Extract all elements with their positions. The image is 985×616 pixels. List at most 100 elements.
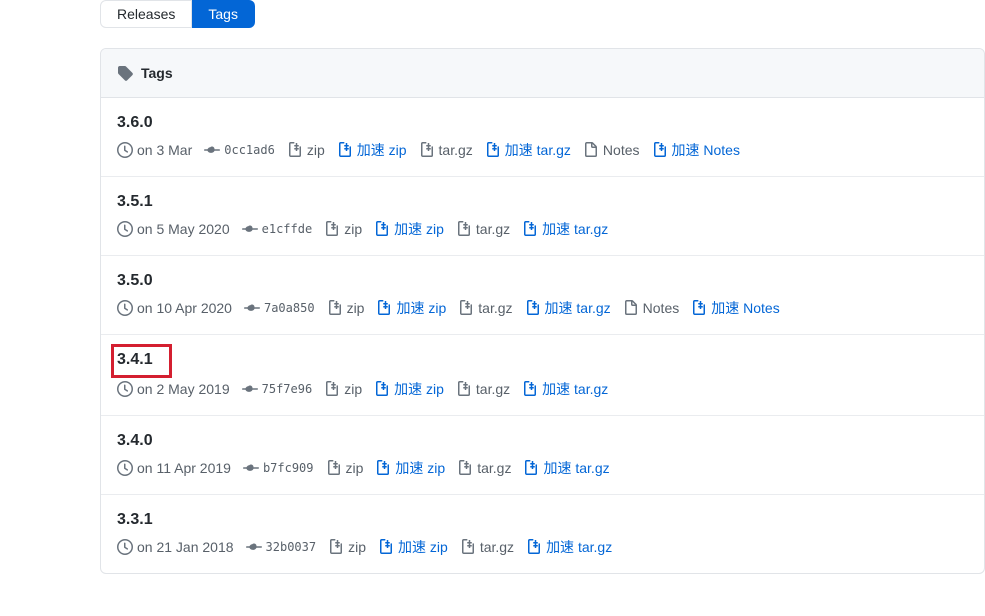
clock-icon xyxy=(117,221,133,237)
zip-label: zip xyxy=(344,221,362,237)
notes-accel-label: 加速 Notes xyxy=(711,298,779,318)
commit-item[interactable]: 7a0a850 xyxy=(244,300,315,316)
file-zip-icon xyxy=(375,460,391,476)
tag-meta: on 21 Jan 2018 32b0037 zip 加速 zip xyxy=(117,537,968,557)
zip-accel-item[interactable]: 加速 zip xyxy=(378,537,448,557)
tag-row: 3.5.1 on 5 May 2020 e1cffde zip xyxy=(101,177,984,256)
tags-header: Tags xyxy=(101,49,984,98)
zip-accel-item[interactable]: 加速 zip xyxy=(374,219,444,239)
targz-accel-label: 加速 tar.gz xyxy=(545,298,611,318)
date-text: on 11 Apr 2019 xyxy=(137,460,231,476)
targz-accel-item[interactable]: 加速 tar.gz xyxy=(485,140,571,160)
zip-item[interactable]: zip xyxy=(324,381,362,397)
targz-label: tar.gz xyxy=(480,539,514,555)
targz-label: tar.gz xyxy=(476,381,510,397)
tag-icon xyxy=(117,65,133,81)
file-zip-icon xyxy=(457,460,473,476)
targz-accel-item[interactable]: 加速 tar.gz xyxy=(522,379,608,399)
tag-row: 3.4.0 on 11 Apr 2019 b7fc909 zip xyxy=(101,416,984,495)
file-zip-icon xyxy=(327,300,343,316)
targz-accel-item[interactable]: 加速 tar.gz xyxy=(522,219,608,239)
file-zip-icon xyxy=(287,142,303,158)
tag-meta: on 2 May 2019 75f7e96 zip 加速 zip xyxy=(117,379,968,399)
notes-accel-item[interactable]: 加速 Notes xyxy=(691,298,779,318)
commit-item[interactable]: 75f7e96 xyxy=(242,381,313,397)
zip-accel-label: 加速 zip xyxy=(394,219,444,239)
commit-icon xyxy=(243,460,259,476)
tag-version[interactable]: 3.5.1 xyxy=(117,193,153,211)
commit-icon xyxy=(246,539,262,555)
targz-item[interactable]: tar.gz xyxy=(456,221,510,237)
targz-accel-item[interactable]: 加速 tar.gz xyxy=(523,458,609,478)
targz-accel-label: 加速 tar.gz xyxy=(505,140,571,160)
date-item: on 11 Apr 2019 xyxy=(117,460,231,476)
targz-item[interactable]: tar.gz xyxy=(457,460,511,476)
targz-item[interactable]: tar.gz xyxy=(456,381,510,397)
commit-icon xyxy=(244,300,260,316)
date-item: on 21 Jan 2018 xyxy=(117,539,234,555)
commit-item[interactable]: 0cc1ad6 xyxy=(204,142,275,158)
notes-accel-item[interactable]: 加速 Notes xyxy=(652,140,740,160)
tag-version[interactable]: 3.4.1 xyxy=(111,344,172,378)
targz-item[interactable]: tar.gz xyxy=(458,300,512,316)
commit-item[interactable]: e1cffde xyxy=(242,221,313,237)
notes-label: Notes xyxy=(643,300,680,316)
targz-accel-label: 加速 tar.gz xyxy=(543,458,609,478)
date-text: on 5 May 2020 xyxy=(137,221,230,237)
commit-hash: 7a0a850 xyxy=(264,301,315,315)
date-item: on 5 May 2020 xyxy=(117,221,230,237)
tag-version[interactable]: 3.6.0 xyxy=(117,114,153,132)
zip-accel-label: 加速 zip xyxy=(394,379,444,399)
zip-item[interactable]: zip xyxy=(287,142,325,158)
tag-version[interactable]: 3.5.0 xyxy=(117,272,153,290)
date-text: on 3 Mar xyxy=(137,142,192,158)
zip-accel-label: 加速 zip xyxy=(398,537,448,557)
file-zip-icon xyxy=(523,460,539,476)
file-icon xyxy=(623,300,639,316)
zip-item[interactable]: zip xyxy=(326,460,364,476)
notes-item[interactable]: Notes xyxy=(583,142,640,158)
file-icon xyxy=(583,142,599,158)
zip-accel-item[interactable]: 加速 zip xyxy=(337,140,407,160)
tag-version[interactable]: 3.4.0 xyxy=(117,432,153,450)
tag-meta: on 11 Apr 2019 b7fc909 zip 加速 zip xyxy=(117,458,968,478)
file-zip-icon xyxy=(458,300,474,316)
zip-item[interactable]: zip xyxy=(324,221,362,237)
tag-meta: on 5 May 2020 e1cffde zip 加速 zip xyxy=(117,219,968,239)
file-zip-icon xyxy=(419,142,435,158)
tag-meta: on 3 Mar 0cc1ad6 zip 加速 zip xyxy=(117,140,968,160)
commit-hash: 0cc1ad6 xyxy=(224,143,275,157)
zip-accel-item[interactable]: 加速 zip xyxy=(375,458,445,478)
date-text: on 10 Apr 2020 xyxy=(137,300,232,316)
file-zip-icon xyxy=(324,221,340,237)
file-zip-icon xyxy=(456,381,472,397)
file-zip-icon xyxy=(652,142,668,158)
date-item: on 2 May 2019 xyxy=(117,381,230,397)
notes-item[interactable]: Notes xyxy=(623,300,680,316)
targz-label: tar.gz xyxy=(439,142,473,158)
clock-icon xyxy=(117,142,133,158)
file-zip-icon xyxy=(374,381,390,397)
targz-accel-item[interactable]: 加速 tar.gz xyxy=(525,298,611,318)
targz-item[interactable]: tar.gz xyxy=(419,142,473,158)
file-zip-icon xyxy=(456,221,472,237)
zip-accel-item[interactable]: 加速 zip xyxy=(374,379,444,399)
tab-tags[interactable]: Tags xyxy=(192,0,255,28)
tag-row: 3.5.0 on 10 Apr 2020 7a0a850 zip xyxy=(101,256,984,335)
targz-item[interactable]: tar.gz xyxy=(460,539,514,555)
tab-releases[interactable]: Releases xyxy=(100,0,192,28)
zip-accel-item[interactable]: 加速 zip xyxy=(376,298,446,318)
targz-accel-label: 加速 tar.gz xyxy=(546,537,612,557)
file-zip-icon xyxy=(485,142,501,158)
targz-label: tar.gz xyxy=(477,460,511,476)
commit-icon xyxy=(242,381,258,397)
commit-item[interactable]: b7fc909 xyxy=(243,460,314,476)
commit-item[interactable]: 32b0037 xyxy=(246,539,317,555)
file-zip-icon xyxy=(324,381,340,397)
tag-version[interactable]: 3.3.1 xyxy=(117,511,153,529)
zip-accel-label: 加速 zip xyxy=(357,140,407,160)
zip-accel-label: 加速 zip xyxy=(396,298,446,318)
targz-accel-item[interactable]: 加速 tar.gz xyxy=(526,537,612,557)
zip-item[interactable]: zip xyxy=(328,539,366,555)
zip-item[interactable]: zip xyxy=(327,300,365,316)
